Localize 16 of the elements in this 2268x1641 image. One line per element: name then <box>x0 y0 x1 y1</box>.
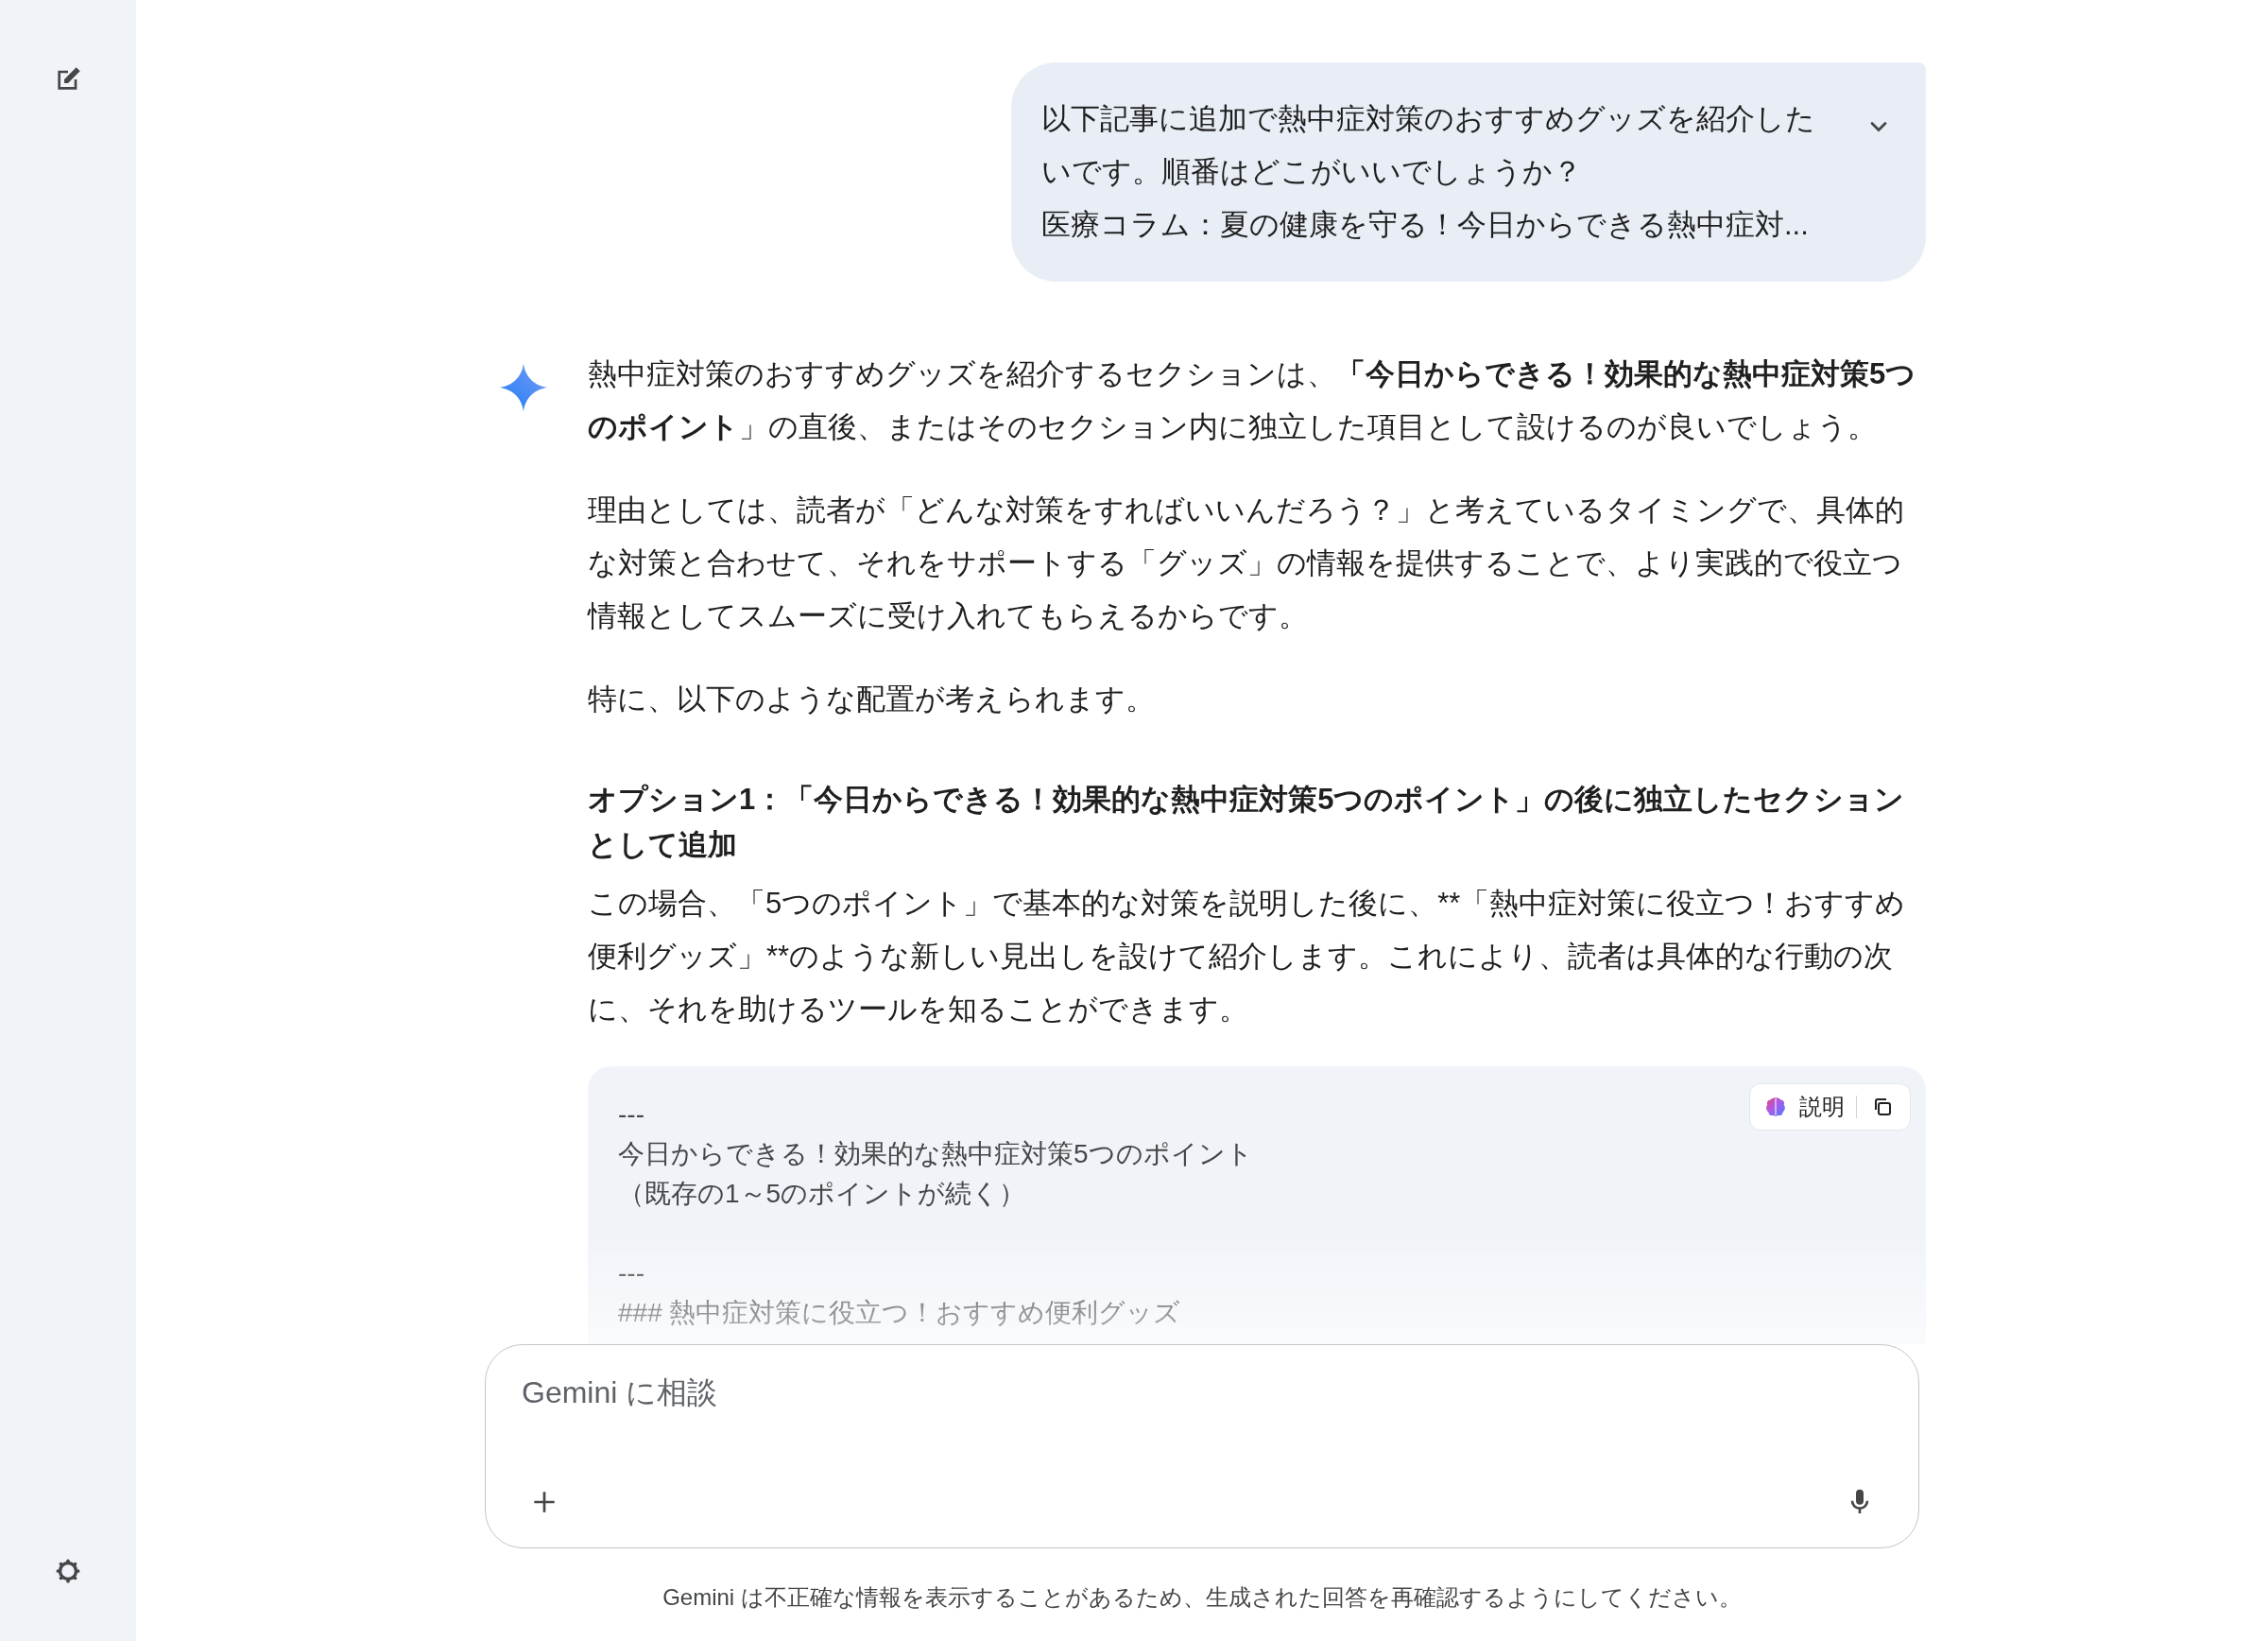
code-line: （既存の1～5のポイントが続く） <box>618 1178 1026 1210</box>
disclaimer-text: Gemini は不正確な情報を表示することがあるため、生成された回答を再確認するようにしてください。 <box>662 1583 1742 1612</box>
response-paragraph: 特に、以下のような配置が考えられます。 <box>588 682 1156 717</box>
brain-icon <box>1763 1095 1788 1119</box>
user-message-text: 医療コラム：夏の健康を守る！今日からできる熱中症対... <box>1041 207 1810 243</box>
code-line: --- <box>618 1257 644 1289</box>
code-line: 今日からできる！効果的な熱中症対策5つのポイント <box>618 1138 1253 1170</box>
response-paragraph: 理由としては、読者が「どんな対策をすればいいんだろう？」と考えているタイミングで、具体的な対策と合わせて、それをサポートする「グッズ」の情報を提供することで、より実践的で役立つ情報としてスムーズに受け入れてもらえるからです。 <box>588 492 1905 634</box>
code-line: --- <box>618 1098 644 1131</box>
code-line: ### 熱中症対策に役立つ！おすすめ便利グッズ <box>618 1297 1181 1329</box>
option-heading: オプション1：「今日からできる！効果的な熱中症対策5つのポイント」の後に独立したセクションとして追加 <box>588 782 1906 863</box>
response-paragraph: この場合、「5つのポイント」で基本的な対策を説明した後に、**「熱中症対策に役立つ！おすすめ便利グッズ」**のような新しい見出しを設けて紹介します。これにより、読者は具体的な行動の次に、それを助けるツールを知ることができます。 <box>588 886 1907 1028</box>
response-paragraph: 熱中症対策のおすすめグッズを紹介するセクションは、「今日からできる！効果的な熱中症対策5つのポイント」の直後、またはそのセクション内に独立した項目として設けるのが良いでしょう。 <box>588 356 1917 445</box>
explain-button[interactable]: 説明 <box>1763 1090 1845 1124</box>
user-message-text: 以下記事に追加で熱中症対策のおすすめグッズを紹介したいです。順番はどこがいいでしょうか？ <box>1041 101 1816 190</box>
prompt-input[interactable]: Gemini に相談 <box>522 1370 1882 1415</box>
